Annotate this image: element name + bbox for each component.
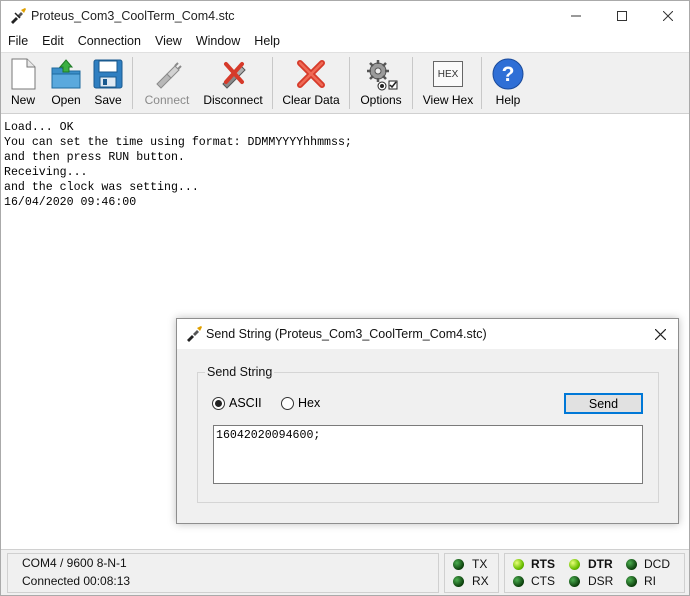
dsr-label: DSR <box>588 574 614 588</box>
view-hex-button[interactable]: HEX View Hex <box>421 53 475 113</box>
rx-label: RX <box>472 574 489 588</box>
coolterm-app-icon <box>187 326 202 342</box>
disconnect-icon <box>222 62 246 89</box>
dsr-led <box>569 576 580 587</box>
ri-label: RI <box>644 574 656 588</box>
menu-connection[interactable]: Connection <box>71 31 148 51</box>
svg-text:?: ? <box>502 63 515 86</box>
ri-led <box>626 576 637 587</box>
toolbar: New Open Save Connect Disconnect Clear D… <box>1 52 689 114</box>
new-button[interactable]: New <box>5 53 41 113</box>
dialog-close-button[interactable] <box>650 324 670 344</box>
tx-led <box>453 559 464 570</box>
hex-radio-label: Hex <box>298 396 321 410</box>
send-string-input[interactable]: 16042020094600; <box>213 425 643 484</box>
disconnect-label: Disconnect <box>203 93 263 107</box>
send-button[interactable]: Send <box>564 393 643 414</box>
minimize-icon <box>571 15 581 17</box>
connect-label: Connect <box>144 93 190 107</box>
menu-bar: File Edit Connection View Window Help <box>1 31 689 51</box>
cts-led <box>513 576 524 587</box>
hex-radio[interactable]: Hex <box>281 396 320 410</box>
tx-label: TX <box>472 557 488 571</box>
dcd-led <box>626 559 637 570</box>
save-disk-icon <box>93 59 123 89</box>
open-label: Open <box>51 93 81 107</box>
options-gear-icon <box>367 60 398 91</box>
toolbar-separator <box>412 57 413 109</box>
coolterm-app-icon <box>11 8 26 24</box>
save-button[interactable]: Save <box>91 53 125 113</box>
dcd-label: DCD <box>644 557 670 571</box>
port-settings: COM4 / 9600 8-N-1 <box>22 556 127 570</box>
maximize-button[interactable] <box>599 1 645 31</box>
clear-data-label: Clear Data <box>282 93 340 107</box>
hex-icon: HEX <box>433 61 463 87</box>
radio-selected-dot <box>215 399 222 407</box>
menu-help[interactable]: Help <box>247 31 287 51</box>
menu-file[interactable]: File <box>1 31 35 51</box>
help-label: Help <box>495 93 521 107</box>
help-question-icon: ? <box>492 58 524 90</box>
dialog-title: Send String (Proteus_Com3_CoolTerm_Com4.… <box>206 327 487 341</box>
window-title: Proteus_Com3_CoolTerm_Com4.stc <box>31 9 235 23</box>
menu-window[interactable]: Window <box>189 31 247 51</box>
open-folder-icon <box>51 59 81 89</box>
toolbar-separator <box>481 57 482 109</box>
close-button[interactable] <box>645 1 690 31</box>
clear-x-icon <box>297 60 325 88</box>
close-icon <box>663 11 673 21</box>
terminal-line: Receiving... <box>4 166 88 179</box>
dialog-title-bar: Send String (Proteus_Com3_CoolTerm_Com4.… <box>177 319 678 349</box>
coolterm-window: Proteus_Com3_CoolTerm_Com4.stc File Edit… <box>0 0 690 596</box>
send-string-dialog: Send String (Proteus_Com3_CoolTerm_Com4.… <box>176 318 679 524</box>
save-label: Save <box>94 93 122 107</box>
disconnect-button[interactable]: Disconnect <box>201 53 265 113</box>
clear-data-button[interactable]: Clear Data <box>281 53 341 113</box>
menu-edit[interactable]: Edit <box>35 31 71 51</box>
terminal-line: Load... OK <box>4 121 74 134</box>
connect-button[interactable]: Connect <box>141 53 193 113</box>
connect-plug-icon <box>156 62 182 89</box>
ascii-radio-label: ASCII <box>229 396 262 410</box>
terminal-line: and the clock was setting... <box>4 181 199 194</box>
radio-circle <box>212 396 225 410</box>
terminal-line: 16/04/2020 09:46:00 <box>4 196 137 209</box>
maximize-icon <box>617 11 627 21</box>
group-label: Send String <box>205 365 275 379</box>
toolbar-separator <box>132 57 133 109</box>
open-button[interactable]: Open <box>47 53 85 113</box>
cts-label: CTS <box>531 574 555 588</box>
view-hex-label: View Hex <box>422 93 474 107</box>
dtr-led[interactable] <box>569 559 580 570</box>
options-button[interactable]: Options <box>357 53 405 113</box>
ascii-radio[interactable]: ASCII <box>212 396 262 410</box>
rx-led <box>453 576 464 587</box>
rts-label: RTS <box>531 557 555 571</box>
minimize-button[interactable] <box>553 1 599 31</box>
terminal-line: and then press RUN button. <box>4 151 185 164</box>
new-document-icon <box>11 58 36 90</box>
radio-circle <box>281 396 294 410</box>
connection-status: Connected 00:08:13 <box>22 574 131 588</box>
title-bar: Proteus_Com3_CoolTerm_Com4.stc <box>1 1 689 31</box>
options-label: Options <box>360 93 402 107</box>
new-label: New <box>10 93 35 107</box>
help-button[interactable]: ? Help <box>490 53 526 113</box>
terminal-line: You can set the time using format: DDMMY… <box>4 136 352 149</box>
close-icon <box>654 328 666 340</box>
toolbar-separator <box>272 57 273 109</box>
status-bar: COM4 / 9600 8-N-1 Connected 00:08:13 TX … <box>1 549 689 595</box>
dtr-label: DTR <box>588 557 613 571</box>
rts-led[interactable] <box>513 559 524 570</box>
menu-view[interactable]: View <box>148 31 189 51</box>
toolbar-separator <box>349 57 350 109</box>
